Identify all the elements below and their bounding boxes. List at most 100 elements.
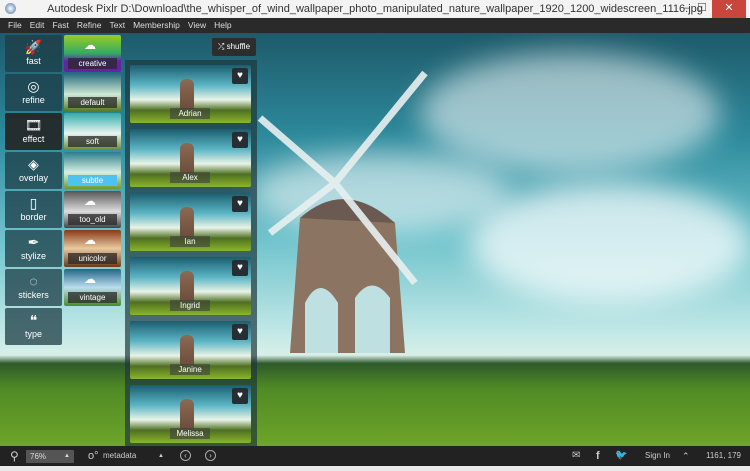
prev-button[interactable]: ‹	[180, 446, 191, 466]
effect-thumbnail	[180, 399, 194, 429]
heart-icon[interactable]: ♥	[232, 388, 248, 404]
heart-icon[interactable]: ♥	[232, 196, 248, 212]
menu-fast[interactable]: Fast	[48, 18, 73, 33]
sign-in-link[interactable]: Sign In	[645, 446, 670, 466]
effect-item[interactable]: ♥ Ian	[130, 193, 251, 251]
chevron-up-icon[interactable]: ⌃	[682, 446, 690, 466]
cloud-download-icon: ☁	[84, 194, 96, 208]
cloud-download-icon: ☁	[84, 233, 96, 247]
tool-label: fast	[26, 56, 41, 66]
filter-soft[interactable]: soft	[64, 113, 121, 150]
filter-label: too_old	[68, 214, 117, 225]
effect-name: Adrian	[170, 108, 210, 119]
close-button[interactable]: ✕	[712, 0, 746, 18]
window-title: Autodesk Pixlr D:\Download\the_whisper_o…	[47, 3, 703, 15]
effect-list[interactable]: ♥ Adrian ♥ Alex ♥ Ian ♥ Ingrid ♥ Janine ♥ Melissa	[125, 60, 257, 446]
effect-thumbnail	[180, 79, 194, 109]
filter-label: soft	[68, 136, 117, 147]
menu-view[interactable]: View	[184, 18, 210, 33]
overlay-icon: ◈	[28, 156, 39, 172]
menu-file[interactable]: File	[4, 18, 26, 33]
filter-too_old[interactable]: ☁ too_old	[64, 191, 121, 228]
tool-stickers[interactable]: ◌ stickers	[5, 269, 62, 306]
border-icon: ▯	[29, 195, 38, 211]
type-icon: ❝	[29, 312, 38, 328]
tool-category-list: 🚀 fast ◎ refine 🎞 effect ◈ overlay ▯ border ✒ styli…	[5, 35, 62, 347]
filter-subtle[interactable]: subtle	[64, 152, 121, 189]
filter-unicolor[interactable]: ☁ unicolor	[64, 230, 121, 267]
effect-icon: 🎞	[24, 117, 43, 133]
effect-thumbnail	[180, 207, 194, 237]
shuffle-icon: ⤮	[217, 42, 227, 51]
filter-vintage[interactable]: ☁ vintage	[64, 269, 121, 306]
tool-label: stickers	[18, 290, 49, 300]
menu-refine[interactable]: Refine	[73, 18, 106, 33]
zoom-select[interactable]: 76% ▲	[26, 450, 74, 463]
effect-thumbnail	[180, 335, 194, 365]
tool-fast[interactable]: 🚀 fast	[5, 35, 62, 72]
heart-icon[interactable]: ♥	[232, 324, 248, 340]
stylize-icon: ✒	[27, 234, 40, 250]
metadata-icon: o°	[88, 450, 99, 462]
filter-label: subtle	[68, 175, 117, 186]
effect-item[interactable]: ♥ Ingrid	[130, 257, 251, 315]
effect-item[interactable]: ♥ Adrian	[130, 65, 251, 123]
zoom-icon: ⚲	[10, 449, 19, 463]
tool-stylize[interactable]: ✒ stylize	[5, 230, 62, 267]
tool-label: effect	[22, 134, 45, 144]
tool-label: type	[24, 329, 42, 339]
status-bar: ⚲ 76% ▲ o° metadata ▲ ‹ › ✉ f 🐦 Sign In ⌃…	[0, 446, 750, 466]
effect-item[interactable]: ♥ Janine	[130, 321, 251, 379]
effect-thumbnail	[180, 143, 194, 173]
tool-label: stylize	[20, 251, 46, 261]
cloud-download-icon: ☁	[84, 272, 96, 286]
stickers-icon: ◌	[29, 273, 38, 289]
effect-item[interactable]: ♥ Melissa	[130, 385, 251, 443]
maximize-button[interactable]: ☐	[694, 0, 710, 18]
tool-border[interactable]: ▯ border	[5, 191, 62, 228]
effect-name: Melissa	[170, 428, 210, 439]
fast-icon: 🚀	[24, 39, 43, 55]
filter-list: ☁ creative default soft subtle ☁ too_old ☁ unico…	[64, 35, 121, 308]
tool-refine[interactable]: ◎ refine	[5, 74, 62, 111]
filter-label: default	[68, 97, 117, 108]
shuffle-button[interactable]: ⤮ shuffle	[212, 38, 256, 56]
cloud-download-icon: ☁	[84, 38, 96, 52]
app-icon	[5, 3, 16, 14]
filter-creative[interactable]: ☁ creative	[64, 35, 121, 72]
menu-edit[interactable]: Edit	[26, 18, 49, 33]
metadata-button[interactable]: metadata	[103, 446, 136, 466]
menu-text[interactable]: Text	[105, 18, 129, 33]
caret-up-icon[interactable]: ▲	[158, 446, 164, 466]
minimize-button[interactable]: –	[678, 0, 694, 18]
tool-type[interactable]: ❝ type	[5, 308, 62, 345]
title-bar: Autodesk Pixlr D:\Download\the_whisper_o…	[0, 0, 750, 18]
tool-effect[interactable]: 🎞 effect	[5, 113, 62, 150]
facebook-icon[interactable]: f	[596, 446, 600, 466]
heart-icon[interactable]: ♥	[232, 132, 248, 148]
caret-up-icon: ▲	[64, 453, 70, 459]
tool-label: refine	[22, 95, 45, 105]
email-icon[interactable]: ✉	[572, 446, 580, 466]
cursor-coordinates: 1161, 179	[706, 451, 741, 460]
filter-label: unicolor	[68, 253, 117, 264]
heart-icon[interactable]: ♥	[232, 68, 248, 84]
menu-membership[interactable]: Membership	[129, 18, 184, 33]
menu-help[interactable]: Help	[210, 18, 235, 33]
twitter-icon[interactable]: 🐦	[615, 446, 627, 466]
effect-name: Ingrid	[170, 300, 210, 311]
filter-label: creative	[68, 58, 117, 69]
tool-label: border	[20, 212, 47, 222]
menu-bar: File Edit Fast Refine Text Membership Vi…	[0, 18, 750, 33]
filter-label: vintage	[68, 292, 117, 303]
refine-icon: ◎	[27, 78, 40, 94]
next-button[interactable]: ›	[205, 446, 216, 466]
effect-thumbnail	[180, 271, 194, 301]
filter-default[interactable]: default	[64, 74, 121, 111]
effect-name: Ian	[170, 236, 210, 247]
tool-overlay[interactable]: ◈ overlay	[5, 152, 62, 189]
effect-item[interactable]: ♥ Alex	[130, 129, 251, 187]
heart-icon[interactable]: ♥	[232, 260, 248, 276]
tool-label: overlay	[18, 173, 48, 183]
effect-name: Janine	[170, 364, 210, 375]
